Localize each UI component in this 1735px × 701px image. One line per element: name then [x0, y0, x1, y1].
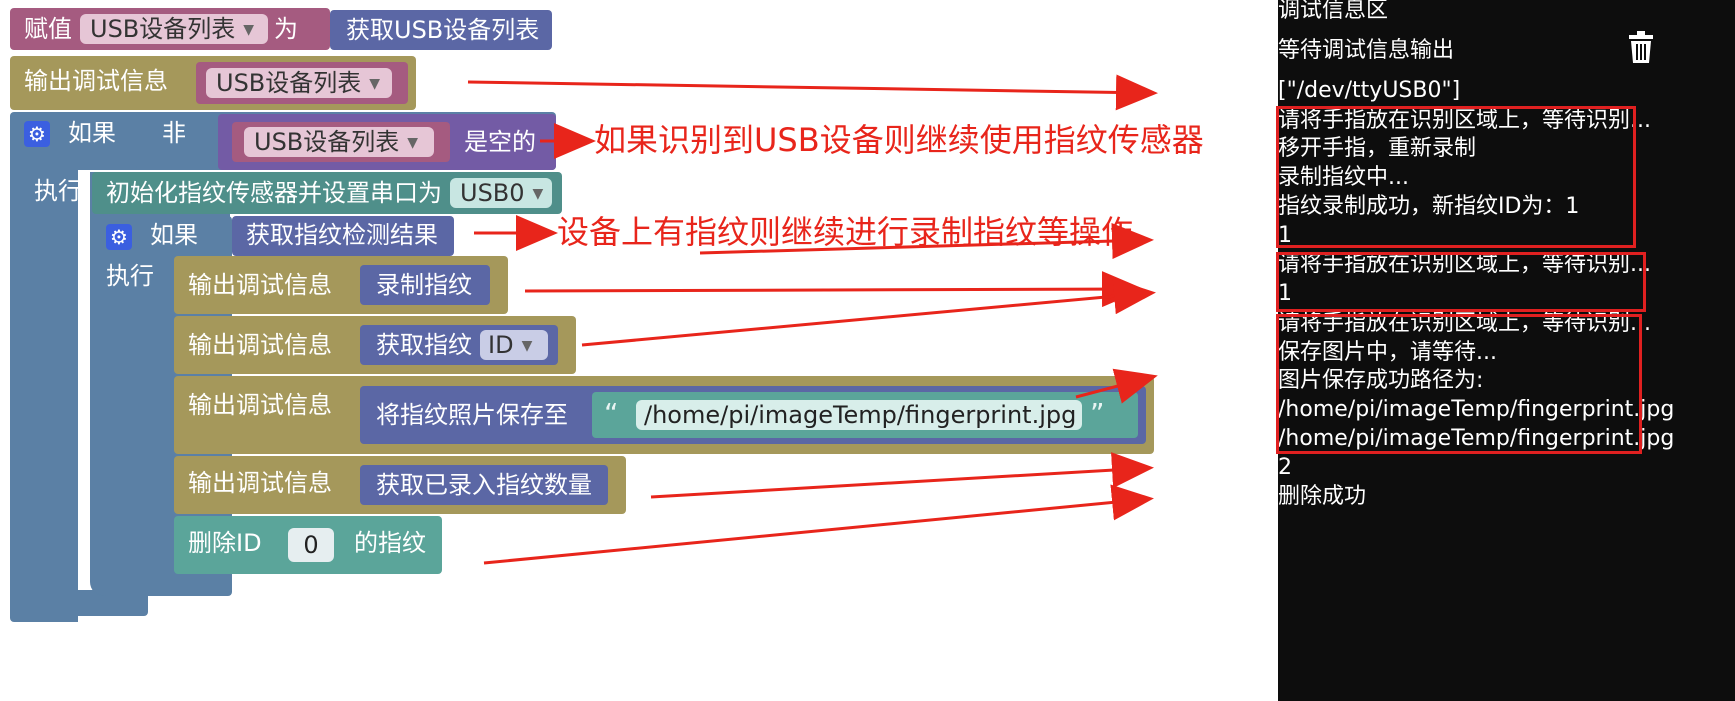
print-debug-block-2[interactable]: 输出调试信息 录制指纹 — [174, 256, 508, 314]
fingerprint-check-label: 获取指纹检测结果 — [246, 221, 438, 249]
print-label: 输出调试信息 — [188, 469, 332, 497]
debug-title: 调试信息区 — [1278, 0, 1389, 23]
serial-port-value: USB0 — [460, 179, 525, 207]
gear-icon[interactable]: ⚙ — [106, 224, 132, 250]
highlight-box — [1276, 106, 1636, 248]
save-photo-block[interactable]: 将指纹照片保存至 “ /home/pi/imageTemp/fingerprin… — [360, 386, 1146, 444]
variable-block[interactable]: USB设备列表 ▼ — [232, 122, 450, 162]
gear-icon[interactable]: ⚙ — [24, 121, 50, 147]
print-label: 输出调试信息 — [188, 331, 332, 359]
fingerprint-field-dropdown[interactable]: ID ▼ — [480, 330, 548, 360]
photo-path-input[interactable]: /home/pi/imageTemp/fingerprint.jpg — [636, 400, 1082, 430]
fingerprint-field-value: ID — [488, 331, 514, 359]
debug-line: 2 — [1278, 455, 1292, 480]
is-empty-label: 是空的 — [464, 128, 536, 156]
delete-fingerprint-block[interactable]: 删除ID 0 的指纹 — [174, 516, 442, 574]
print-label: 输出调试信息 — [24, 67, 168, 95]
get-usb-list-block[interactable]: 获取USB设备列表 — [330, 10, 552, 50]
delete-prefix-label: 删除ID — [188, 529, 262, 557]
init-fingerprint-label: 初始化指纹传感器并设置串口为 — [106, 179, 442, 207]
not-label: 非 — [162, 119, 186, 147]
assign-variable-dropdown[interactable]: USB设备列表 ▼ — [80, 14, 268, 44]
debug-line: ["/dev/ttyUSB0"] — [1278, 78, 1461, 103]
if-label: 如果 — [68, 119, 116, 147]
annotation-fingerprint-note: 设备上有指纹则继续进行录制指纹等操作 — [557, 213, 1134, 251]
assign-block[interactable]: 赋值 USB设备列表 ▼ 为 — [10, 8, 330, 50]
dropdown-caret-icon: ▼ — [369, 76, 381, 92]
fingerprint-count-label: 获取已录入指纹数量 — [376, 471, 592, 499]
enroll-fingerprint-label: 录制指纹 — [376, 271, 472, 299]
do-label-inner: 执行 — [106, 262, 154, 290]
print-debug-block-1[interactable]: 输出调试信息 USB设备列表 ▼ — [10, 56, 416, 110]
highlight-box — [1276, 314, 1642, 454]
fingerprint-count-block[interactable]: 获取已录入指纹数量 — [360, 465, 608, 505]
photo-path-value: /home/pi/imageTemp/fingerprint.jpg — [644, 401, 1077, 429]
print-debug-block-5[interactable]: 输出调试信息 获取已录入指纹数量 — [174, 456, 626, 514]
annotation-usb-note: 如果识别到USB设备则继续使用指纹传感器 — [594, 121, 1204, 159]
get-fingerprint-block[interactable]: 获取指纹 ID ▼ — [360, 325, 558, 365]
if-label-inner: 如果 — [150, 221, 198, 249]
get-fingerprint-label: 获取指纹 — [376, 331, 472, 359]
variable-block[interactable]: USB设备列表 ▼ — [196, 62, 408, 104]
debug-panel: 调试信息区 等待调试信息输出 ["/dev/ttyUSB0"] 请将手指放在识别… — [1276, 0, 1735, 701]
delete-id-value: 0 — [303, 531, 319, 559]
enroll-fingerprint-block[interactable]: 录制指纹 — [360, 265, 490, 305]
is-empty-block[interactable]: USB设备列表 ▼ 是空的 — [218, 114, 556, 170]
if-variable-dropdown[interactable]: USB设备列表 ▼ — [244, 127, 434, 157]
print-label: 输出调试信息 — [188, 391, 332, 419]
dropdown-caret-icon: ▼ — [243, 22, 255, 38]
dropdown-caret-icon: ▼ — [532, 186, 544, 202]
debug-line: 删除成功 — [1278, 484, 1367, 509]
print-label: 输出调试信息 — [188, 271, 332, 299]
fingerprint-check-block[interactable]: 获取指纹检测结果 — [232, 216, 454, 256]
quote-open-icon: “ — [604, 397, 619, 430]
quote-close-icon: ” — [1090, 397, 1105, 430]
print-debug-block-3[interactable]: 输出调试信息 获取指纹 ID ▼ — [174, 316, 576, 374]
do-label: 执行 — [34, 177, 82, 205]
init-fingerprint-block[interactable]: 初始化指纹传感器并设置串口为 USB0 ▼ — [92, 172, 562, 214]
delete-suffix-label: 的指纹 — [354, 529, 426, 557]
dropdown-caret-icon: ▼ — [521, 338, 533, 354]
save-photo-label: 将指纹照片保存至 — [376, 401, 568, 429]
dropdown-caret-icon: ▼ — [407, 135, 419, 151]
print-variable-name: USB设备列表 — [216, 69, 362, 97]
serial-port-dropdown[interactable]: USB0 ▼ — [450, 178, 552, 208]
print-debug-block-4[interactable]: 输出调试信息 将指纹照片保存至 “ /home/pi/imageTemp/fin… — [174, 376, 1154, 454]
get-usb-list-label: 获取USB设备列表 — [346, 16, 540, 44]
block-workspace[interactable]: 赋值 USB设备列表 ▼ 为 获取USB设备列表 输出调试信息 USB设备列表 ▼ … — [0, 0, 1278, 701]
highlight-box — [1276, 252, 1646, 312]
if-variable-name: USB设备列表 — [254, 128, 400, 156]
debug-waiting-text: 等待调试信息输出 — [1278, 38, 1455, 63]
assign-label: 赋值 — [24, 15, 72, 43]
assign-as-label: 为 — [274, 15, 298, 43]
delete-id-input[interactable]: 0 — [288, 528, 334, 562]
text-block[interactable]: “ /home/pi/imageTemp/fingerprint.jpg ” — [592, 392, 1138, 438]
trash-icon[interactable] — [1628, 30, 1654, 64]
print-variable-dropdown[interactable]: USB设备列表 ▼ — [206, 68, 392, 98]
assign-variable-name: USB设备列表 — [90, 15, 236, 43]
